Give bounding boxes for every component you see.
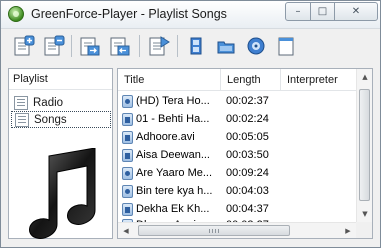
toolbar-separator [139,35,140,57]
audio-file-icon [122,184,133,198]
column-header-title[interactable]: Title [118,69,221,91]
app-logo-icon[interactable] [8,6,24,22]
export-playlist-icon [110,37,130,56]
new-page-button[interactable] [273,33,299,59]
song-length: 00:05:05 [226,131,269,143]
song-title: Dekha Ek Kh... [136,203,210,215]
scroll-right-arrow-icon[interactable]: ▶ [340,223,356,238]
main-window: GreenForce-Player - Playlist Songs – □ ✕ [0,0,381,248]
disc-button[interactable] [243,33,269,59]
song-title: Are Yaaro Me... [136,167,213,179]
song-title: 01 - Behti Ha... [136,113,210,125]
video-file-icon [122,130,133,144]
table-row[interactable]: Adhoore.avi 00:05:05 [118,128,356,146]
song-length: 00:04:03 [226,185,269,197]
playlist-item-radio[interactable]: Radio [11,94,111,111]
open-folder-button[interactable] [213,33,239,59]
playlist-header[interactable]: Playlist [9,69,112,90]
song-length: 00:02:24 [226,113,269,125]
export-playlist-button[interactable] [107,33,133,59]
toolbar-separator [71,35,72,57]
audio-file-icon [122,94,133,108]
new-page-icon [278,37,294,56]
column-header-interpreter[interactable]: Interpreter [281,69,357,91]
maximize-button[interactable]: □ [310,2,335,21]
minimize-button[interactable]: – [285,2,311,21]
horizontal-scroll-thumb[interactable] [138,225,290,236]
movie-button[interactable] [183,33,209,59]
play-playlist-icon [149,36,170,56]
play-playlist-button[interactable] [146,33,172,59]
song-length: 00:02:37 [226,95,269,107]
window-title: GreenForce-Player - Playlist Songs [31,7,227,21]
song-title: Adhoore.avi [136,131,195,143]
scroll-left-arrow-icon[interactable]: ◀ [118,223,134,238]
movie-film-icon [190,37,202,55]
song-title: Bin tere kya h... [136,185,213,197]
vertical-scrollbar[interactable]: ▲ ▼ [356,69,372,222]
close-button[interactable]: ✕ [334,2,378,21]
toolbar [7,33,375,61]
import-playlist-button[interactable] [77,33,103,59]
import-playlist-icon [80,37,100,56]
scroll-grip-icon [209,229,219,233]
column-header-length[interactable]: Length [221,69,281,91]
remove-file-button[interactable] [41,33,67,59]
playlist-item-label: Songs [34,113,67,126]
table-row[interactable]: Aisa Deewan... 00:03:50 [118,146,356,164]
horizontal-scrollbar[interactable]: ◀ ▶ [118,222,356,238]
songs-table: Title Length Interpreter (HD) Tera Ho...… [117,68,373,239]
song-length: 00:09:24 [226,167,269,179]
music-note-icon [29,148,96,239]
playlist-item-label: Radio [33,96,64,109]
audio-file-icon [122,166,133,180]
song-title: Aisa Deewan... [136,149,210,161]
scrollbar-corner [356,222,372,238]
toolbar-separator [177,35,178,57]
song-length: 00:04:37 [226,203,269,215]
scroll-down-arrow-icon[interactable]: ▼ [357,206,372,222]
add-file-button[interactable] [11,33,37,59]
disc-icon [247,37,265,55]
playlist-icon [15,112,29,127]
table-row[interactable]: 01 - Behti Ha... 00:02:24 [118,110,356,128]
remove-file-icon [44,35,65,56]
table-row[interactable]: (HD) Tera Ho... 00:02:37 [118,92,356,110]
vertical-scroll-thumb[interactable] [359,89,370,201]
video-file-icon [122,148,133,162]
video-file-icon [122,202,133,216]
table-row[interactable]: Are Yaaro Me... 00:09:24 [118,164,356,182]
song-length: 00:03:50 [226,149,269,161]
song-title: (HD) Tera Ho... [136,95,210,107]
playlist-icon [14,95,28,110]
add-file-icon [14,35,35,56]
playlist-item-songs[interactable]: Songs [11,111,111,128]
open-folder-icon [217,41,235,54]
video-file-icon [122,112,133,126]
title-bar[interactable]: GreenForce-Player - Playlist Songs – □ ✕ [1,1,380,29]
table-row[interactable]: Bin tere kya h... 00:04:03 [118,182,356,200]
scroll-up-arrow-icon[interactable]: ▲ [357,69,372,85]
